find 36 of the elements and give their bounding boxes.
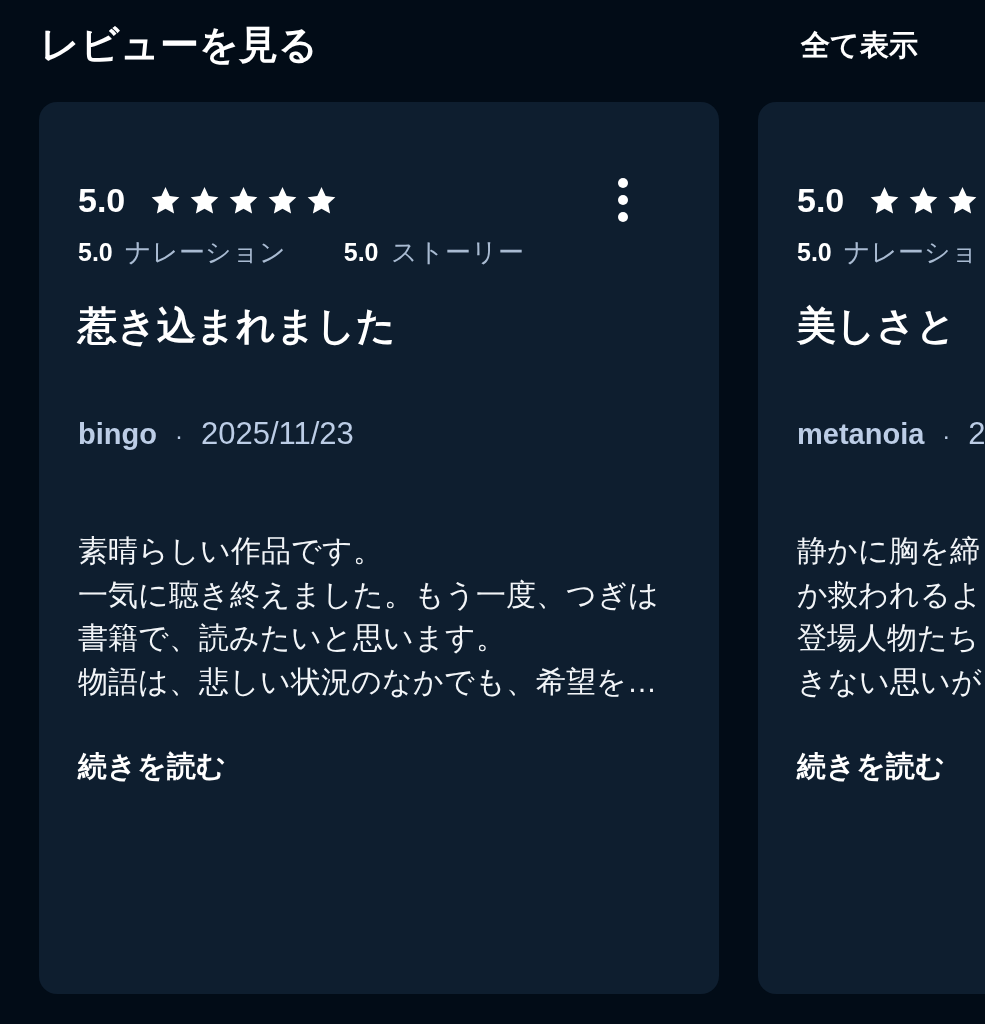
review-date: 2025/11/23 [200, 415, 354, 453]
star-icon [190, 185, 220, 215]
review-paragraph: か救われるよ [797, 576, 982, 613]
star-icon [870, 185, 900, 215]
review-paragraph: 登場人物たち [797, 620, 979, 656]
reviewer-name: bingo [78, 417, 157, 452]
sub-rating-score: 5.0 [343, 237, 379, 268]
read-more-link[interactable]: 続きを読む [797, 746, 945, 786]
star-icon [229, 185, 259, 215]
star-icon [948, 185, 978, 215]
sub-rating-label: ナレーショ [843, 236, 978, 269]
review-paragraph: きない思いが [797, 663, 982, 700]
separator-dot: · [942, 421, 951, 451]
see-all-link[interactable]: 全て表示 [801, 26, 918, 64]
separator-dot: · [174, 421, 183, 451]
review-paragraph: 物語は、悲しい状況のなかでも、希望を… [78, 663, 657, 700]
more-options-icon[interactable] [617, 178, 629, 222]
section-title: レビューを見る [40, 22, 318, 68]
star-icon [268, 185, 298, 215]
sub-rating-label: ストーリー [390, 236, 524, 269]
review-date: 2 [968, 415, 985, 453]
review-title: 惹き込まれました [78, 303, 396, 349]
sub-rating-score: 5.0 [78, 237, 113, 268]
sub-rating-score: 5.0 [797, 237, 832, 268]
sub-rating-label: ナレーション [124, 236, 286, 269]
review-title: 美しさと [797, 303, 956, 349]
star-icon [307, 185, 337, 215]
reviewer-name: metanoia [797, 417, 925, 452]
review-paragraph: 静かに胸を締 [797, 533, 980, 569]
star-icon [909, 185, 939, 215]
rating-score: 5.0 [797, 180, 845, 220]
review-paragraph: 一気に聴き終えました。もう一度、つぎは書籍で、読みたいと思います。 [78, 576, 660, 656]
review-paragraph: 素晴らしい作品です。 [78, 533, 383, 569]
rating-score: 5.0 [78, 180, 126, 220]
read-more-link[interactable]: 続きを読む [78, 746, 226, 786]
star-icon [151, 185, 181, 215]
